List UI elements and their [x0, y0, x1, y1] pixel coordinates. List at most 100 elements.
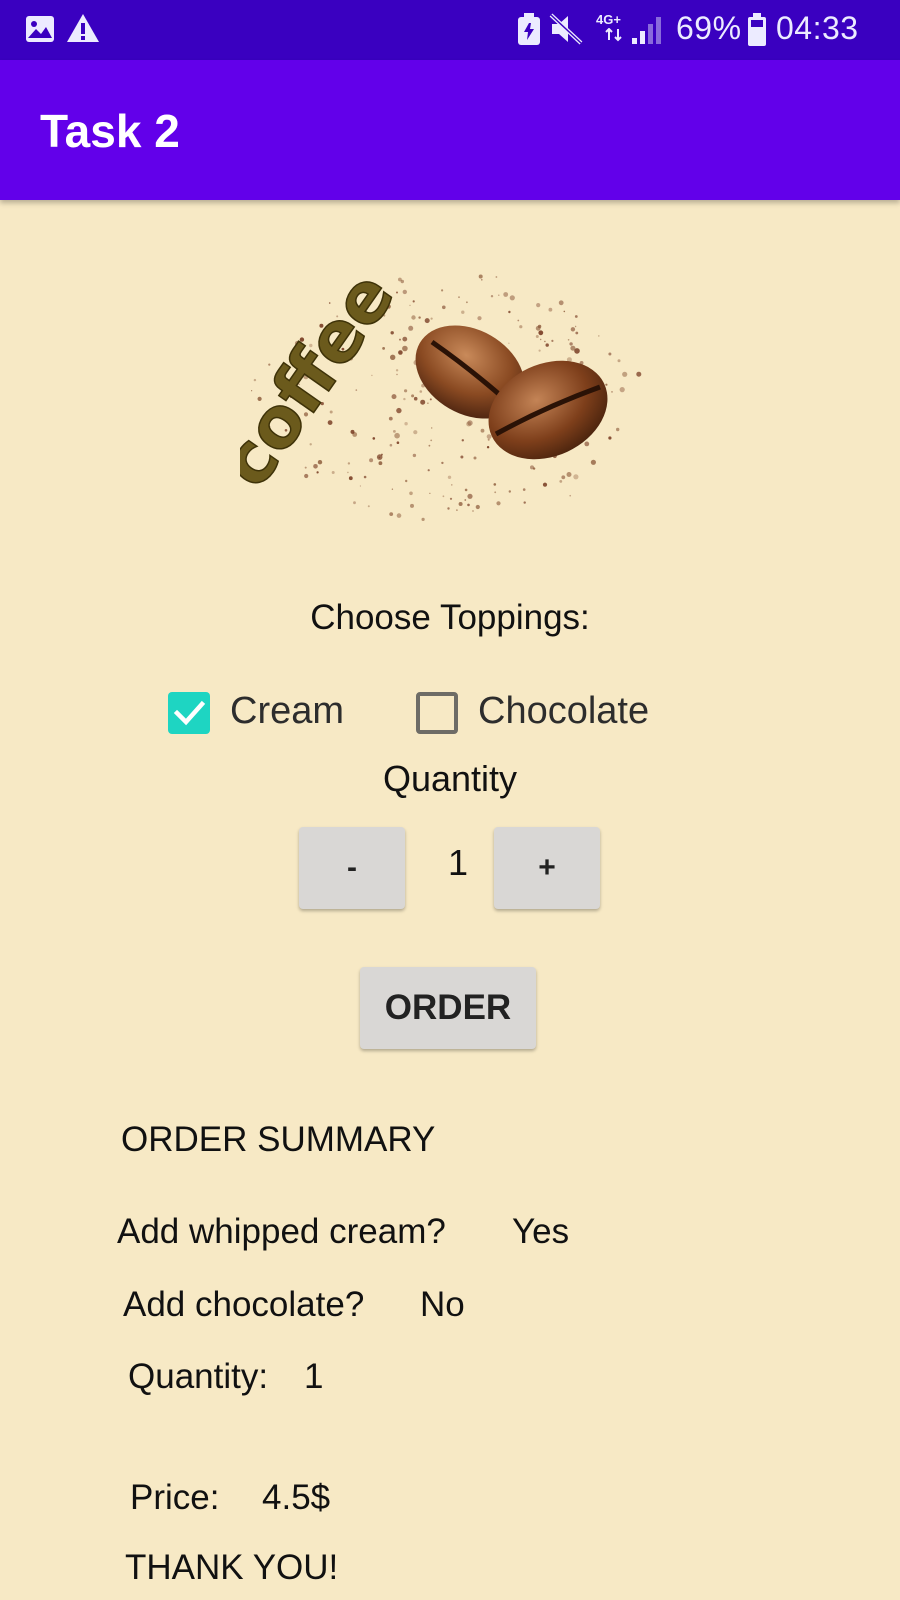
- summary-quantity-value: 1: [304, 1357, 324, 1396]
- increment-button[interactable]: +: [494, 827, 600, 909]
- dust-speck: [622, 371, 628, 377]
- battery-icon: [748, 13, 766, 46]
- dust-speck: [395, 369, 399, 372]
- dust-speck: [475, 504, 480, 510]
- chocolate-checkbox-row[interactable]: Chocolate: [416, 688, 656, 738]
- dust-speck: [400, 279, 404, 284]
- dust-speck: [493, 483, 497, 486]
- dust-speck: [447, 475, 452, 479]
- dust-speck: [427, 402, 429, 404]
- dust-speck: [544, 340, 546, 343]
- decrement-button[interactable]: -: [299, 827, 405, 909]
- dust-speck: [559, 480, 563, 483]
- chocolate-label: Chocolate: [478, 690, 650, 732]
- battery-saver-icon: [518, 13, 540, 45]
- dust-speck: [461, 310, 465, 314]
- dust-speck: [458, 502, 463, 506]
- clock: 04:33: [776, 10, 859, 46]
- dust-speck: [477, 316, 482, 321]
- dust-speck: [347, 471, 349, 474]
- dust-speck: [570, 327, 576, 332]
- dust-speck: [558, 300, 564, 306]
- dust-speck: [590, 459, 596, 465]
- dust-speck: [424, 318, 430, 324]
- dust-speck: [391, 488, 394, 490]
- dust-speck: [396, 291, 398, 294]
- dust-speck: [413, 430, 418, 435]
- dust-speck: [573, 474, 579, 480]
- dust-speck: [429, 398, 432, 401]
- dust-speck: [372, 437, 376, 440]
- dust-speck: [545, 343, 549, 347]
- cream-checkbox[interactable]: [168, 692, 210, 734]
- dust-speck: [496, 501, 501, 506]
- dust-speck: [561, 475, 566, 480]
- dust-speck: [398, 350, 403, 355]
- dust-speck: [429, 492, 431, 494]
- dust-speck: [431, 427, 433, 429]
- dust-speck: [466, 301, 468, 304]
- data-arrows-icon: [605, 28, 622, 42]
- dust-speck: [486, 446, 490, 449]
- dust-speck: [412, 300, 415, 303]
- app-title: Task 2: [40, 105, 180, 157]
- cream-label: Cream: [230, 690, 345, 732]
- dust-speck: [574, 315, 578, 318]
- dust-speck: [569, 494, 571, 497]
- dust-speck: [570, 345, 576, 351]
- dust-speck: [367, 505, 370, 508]
- summary-quantity-label: Quantity:: [128, 1357, 269, 1396]
- dust-speck: [404, 422, 408, 426]
- dust-speck: [563, 310, 566, 313]
- dust-speck: [393, 430, 396, 433]
- dust-speck: [348, 476, 353, 481]
- dust-speck: [481, 279, 483, 281]
- mute-icon: [549, 13, 583, 45]
- dust-speck: [523, 501, 526, 504]
- dust-speck: [402, 289, 407, 295]
- dust-speck: [532, 467, 536, 470]
- dust-speck: [537, 324, 542, 329]
- coffee-beans-image: coffee: [204, 256, 642, 521]
- dust-speck: [509, 295, 515, 301]
- dust-speck: [353, 501, 356, 505]
- network-type: 4G+: [596, 12, 621, 27]
- dust-speck: [347, 462, 351, 465]
- dust-speck: [441, 289, 444, 292]
- dust-speck: [403, 397, 406, 401]
- dust-speck: [363, 475, 367, 479]
- dust-speck: [382, 347, 385, 350]
- dust-speck: [421, 517, 425, 521]
- dust-speck: [388, 416, 393, 421]
- summary-thanks: THANK YOU!: [125, 1548, 339, 1587]
- dust-speck: [412, 453, 417, 458]
- dust-speck: [466, 421, 472, 427]
- dust-speck: [430, 317, 433, 320]
- dust-speck: [486, 434, 492, 439]
- dust-speck: [608, 436, 612, 440]
- dust-speck: [467, 493, 473, 499]
- signal-icon: [632, 17, 661, 44]
- dust-speck: [490, 295, 494, 298]
- dust-speck: [574, 325, 577, 328]
- cream-checkbox-row[interactable]: Cream: [166, 688, 356, 738]
- dust-speck: [447, 507, 450, 510]
- dust-speck: [449, 497, 453, 500]
- dust-speck: [413, 396, 418, 401]
- dust-speck: [551, 339, 554, 342]
- dust-speck: [508, 310, 511, 314]
- dust-speck: [428, 444, 431, 447]
- toppings-label: Choose Toppings:: [310, 598, 590, 637]
- dust-speck: [619, 387, 625, 393]
- dust-speck: [503, 292, 509, 297]
- chocolate-checkbox[interactable]: [416, 692, 458, 734]
- dust-speck: [522, 488, 526, 491]
- dust-speck: [430, 439, 433, 442]
- dust-speck: [359, 485, 361, 487]
- dust-speck: [617, 359, 621, 363]
- checkmark-icon: [173, 700, 206, 726]
- dust-speck: [584, 441, 590, 447]
- dust-speck: [540, 338, 542, 341]
- order-button[interactable]: ORDER: [360, 967, 536, 1049]
- dust-speck: [399, 338, 401, 341]
